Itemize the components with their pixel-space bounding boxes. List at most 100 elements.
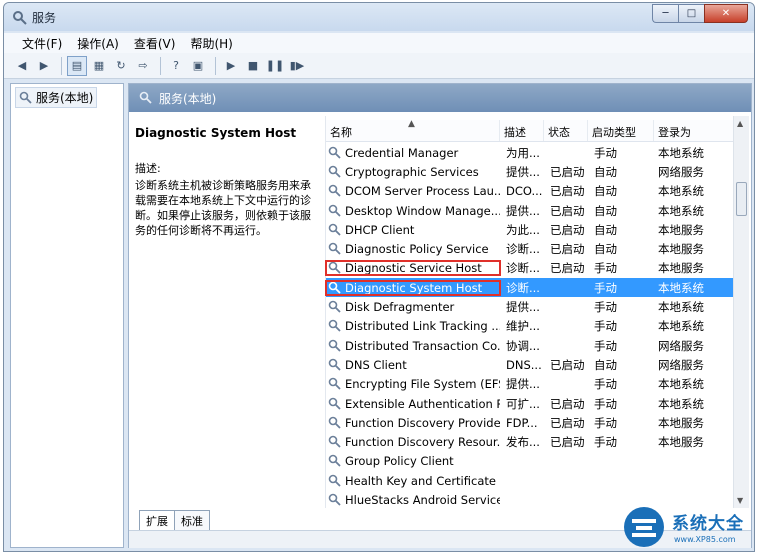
service-description: 诊断...: [506, 261, 540, 276]
back-icon[interactable]: ◀: [12, 56, 32, 76]
service-logon: 本地系统: [658, 319, 704, 334]
service-description: 提供...: [506, 164, 540, 179]
refresh-icon[interactable]: ↻: [111, 56, 131, 76]
scroll-down-icon[interactable]: ▼: [737, 496, 743, 505]
service-description: 协调...: [506, 338, 540, 353]
service-row[interactable]: Disk Defragmenter 提供... 手动 本地系统: [326, 297, 740, 316]
service-description: DNS...: [506, 357, 542, 372]
service-name: Diagnostic Policy Service: [345, 242, 489, 257]
panel-header: 服务(本地): [129, 84, 751, 112]
watermark-text: 系统大全: [672, 514, 744, 534]
pause-service-icon[interactable]: ❚❚: [265, 56, 285, 76]
service-row[interactable]: Cryptographic Services 提供... 已启动 自动 网络服务: [326, 162, 740, 181]
service-logon: 本地服务: [658, 222, 704, 237]
service-row[interactable]: Function Discovery Provide... FDP... 已启动 手动…: [326, 413, 740, 432]
tab-extended[interactable]: 扩展: [139, 510, 175, 532]
vertical-scrollbar[interactable]: ▲ ▼: [733, 116, 749, 508]
service-logon: 本地系统: [658, 377, 704, 392]
service-startup-type: 手动: [594, 145, 617, 160]
service-row[interactable]: Extensible Authentication P... 可扩... 已启动 手动…: [326, 394, 740, 413]
service-row[interactable]: Diagnostic Policy Service 诊断... 已启动 自动 本地服务: [326, 239, 740, 258]
stop-service-icon[interactable]: ■: [243, 56, 263, 76]
console-tree-icon[interactable]: ▤: [67, 55, 87, 76]
service-name-cell: Diagnostic Service Host: [325, 260, 501, 277]
service-description: DCO...: [506, 184, 543, 199]
service-gear-icon: [328, 339, 341, 352]
service-detail: Diagnostic System Host 描述: 诊断系统主机被诊断策略服务…: [135, 126, 319, 238]
scroll-thumb[interactable]: [736, 182, 747, 216]
scroll-up-icon[interactable]: ▲: [737, 119, 743, 128]
service-description: 诊断...: [506, 280, 540, 295]
properties-icon[interactable]: ▦: [89, 56, 109, 76]
title-bar[interactable]: 服务 ─ □ ✕: [4, 3, 754, 31]
toolbar-separator: [160, 56, 161, 75]
service-rows: Credential Manager 为用... 手动 本地系统 Cryptograph…: [325, 143, 740, 510]
service-row[interactable]: Credential Manager 为用... 手动 本地系统: [326, 143, 740, 162]
service-gear-icon: [328, 358, 341, 371]
service-row[interactable]: Distributed Transaction Co... 协调... 手动 网络服务: [326, 336, 740, 355]
column-logon[interactable]: 登录为: [654, 120, 740, 141]
column-name[interactable]: 名称 ▲: [326, 119, 500, 141]
menu-view[interactable]: 查看(V): [128, 33, 185, 53]
service-row[interactable]: Group Policy Client: [326, 452, 740, 471]
service-row[interactable]: Desktop Window Manage... 提供... 已启动 自动 本地系统: [326, 201, 740, 220]
service-row[interactable]: Distributed Link Tracking ... 维护... 手动 本地系统: [326, 317, 740, 336]
tab-standard[interactable]: 标准: [174, 510, 210, 532]
column-description[interactable]: 描述: [500, 120, 544, 141]
service-row[interactable]: Health Key and Certificate ...: [326, 471, 740, 490]
service-row[interactable]: Diagnostic System Host 诊断... 手动 本地系统: [325, 278, 740, 298]
service-row[interactable]: Encrypting File System (EFS) 提供... 手动 本地系统: [326, 375, 740, 394]
sort-ascending-icon: ▲: [408, 119, 415, 129]
help-icon[interactable]: ?: [166, 56, 186, 76]
toolbar: ◀ ▶ ▤ ▦ ↻ ⇨ ? ▣ ▶ ■ ❚❚ ▮▶: [4, 53, 754, 79]
service-logon: 本地服务: [658, 242, 704, 257]
service-gear-icon: [328, 223, 341, 236]
watermark-logo: 系统大全 www.XP85.com: [622, 505, 756, 553]
tree-item-services-local[interactable]: 服务(本地): [15, 87, 98, 108]
service-gear-icon: [328, 300, 341, 313]
show-hide-icon[interactable]: ▣: [188, 56, 208, 76]
service-name-cell: HlueStacks Android Service: [326, 493, 500, 507]
start-service-icon[interactable]: ▶: [221, 56, 241, 76]
menu-action[interactable]: 操作(A): [71, 33, 128, 53]
service-row[interactable]: DNS Client DNS... 已启动 自动 网络服务: [326, 355, 740, 374]
service-row[interactable]: Function Discovery Resour... 发布... 已启动 手动 本地…: [326, 432, 740, 451]
service-name-cell: Diagnostic System Host: [325, 279, 501, 296]
service-name: Extensible Authentication P...: [345, 396, 500, 411]
restart-service-icon[interactable]: ▮▶: [287, 56, 307, 76]
service-row[interactable]: DCOM Server Process Lau... DCO... 已启动 自动 本地系…: [326, 182, 740, 201]
service-row[interactable]: Diagnostic Service Host 诊断... 已启动 手动 本地服务: [325, 259, 740, 278]
service-status: 已启动: [550, 222, 585, 237]
service-description: 为用...: [506, 145, 540, 160]
service-name: Function Discovery Resour...: [345, 435, 500, 450]
service-gear-icon: [328, 281, 341, 294]
service-gear-icon: [328, 262, 341, 275]
service-name: DCOM Server Process Lau...: [345, 184, 500, 199]
service-logon: 本地服务: [658, 415, 704, 430]
service-name-cell: Extensible Authentication P...: [326, 397, 500, 411]
export-icon[interactable]: ⇨: [133, 56, 153, 76]
watermark-url: www.XP85.com: [674, 535, 736, 544]
service-startup-type: 手动: [594, 415, 617, 430]
service-gear-icon: [328, 435, 341, 448]
service-logon: 网络服务: [658, 164, 704, 179]
service-row[interactable]: DHCP Client 为此... 已启动 自动 本地服务: [326, 220, 740, 239]
service-name: Distributed Link Tracking ...: [345, 319, 500, 334]
menu-file[interactable]: 文件(F): [16, 33, 71, 53]
close-button[interactable]: ✕: [704, 4, 748, 23]
service-logon: 本地系统: [658, 300, 704, 315]
column-startup-type[interactable]: 启动类型: [588, 120, 654, 141]
service-gear-icon: [328, 320, 341, 332]
service-status: 已启动: [550, 261, 585, 276]
service-logon: 本地服务: [658, 261, 704, 276]
forward-icon[interactable]: ▶: [34, 56, 54, 76]
service-logon: 本地系统: [658, 203, 704, 218]
service-name-cell: Encrypting File System (EFS): [326, 377, 500, 391]
maximize-button[interactable]: □: [678, 4, 704, 23]
minimize-button[interactable]: ─: [652, 4, 678, 23]
column-status[interactable]: 状态: [544, 120, 588, 141]
menu-help[interactable]: 帮助(H): [184, 33, 241, 53]
service-gear-icon: [328, 397, 341, 410]
column-header: 名称 ▲ 描述 状态 启动类型 登录为: [326, 119, 740, 142]
service-description: 发布...: [506, 435, 540, 450]
